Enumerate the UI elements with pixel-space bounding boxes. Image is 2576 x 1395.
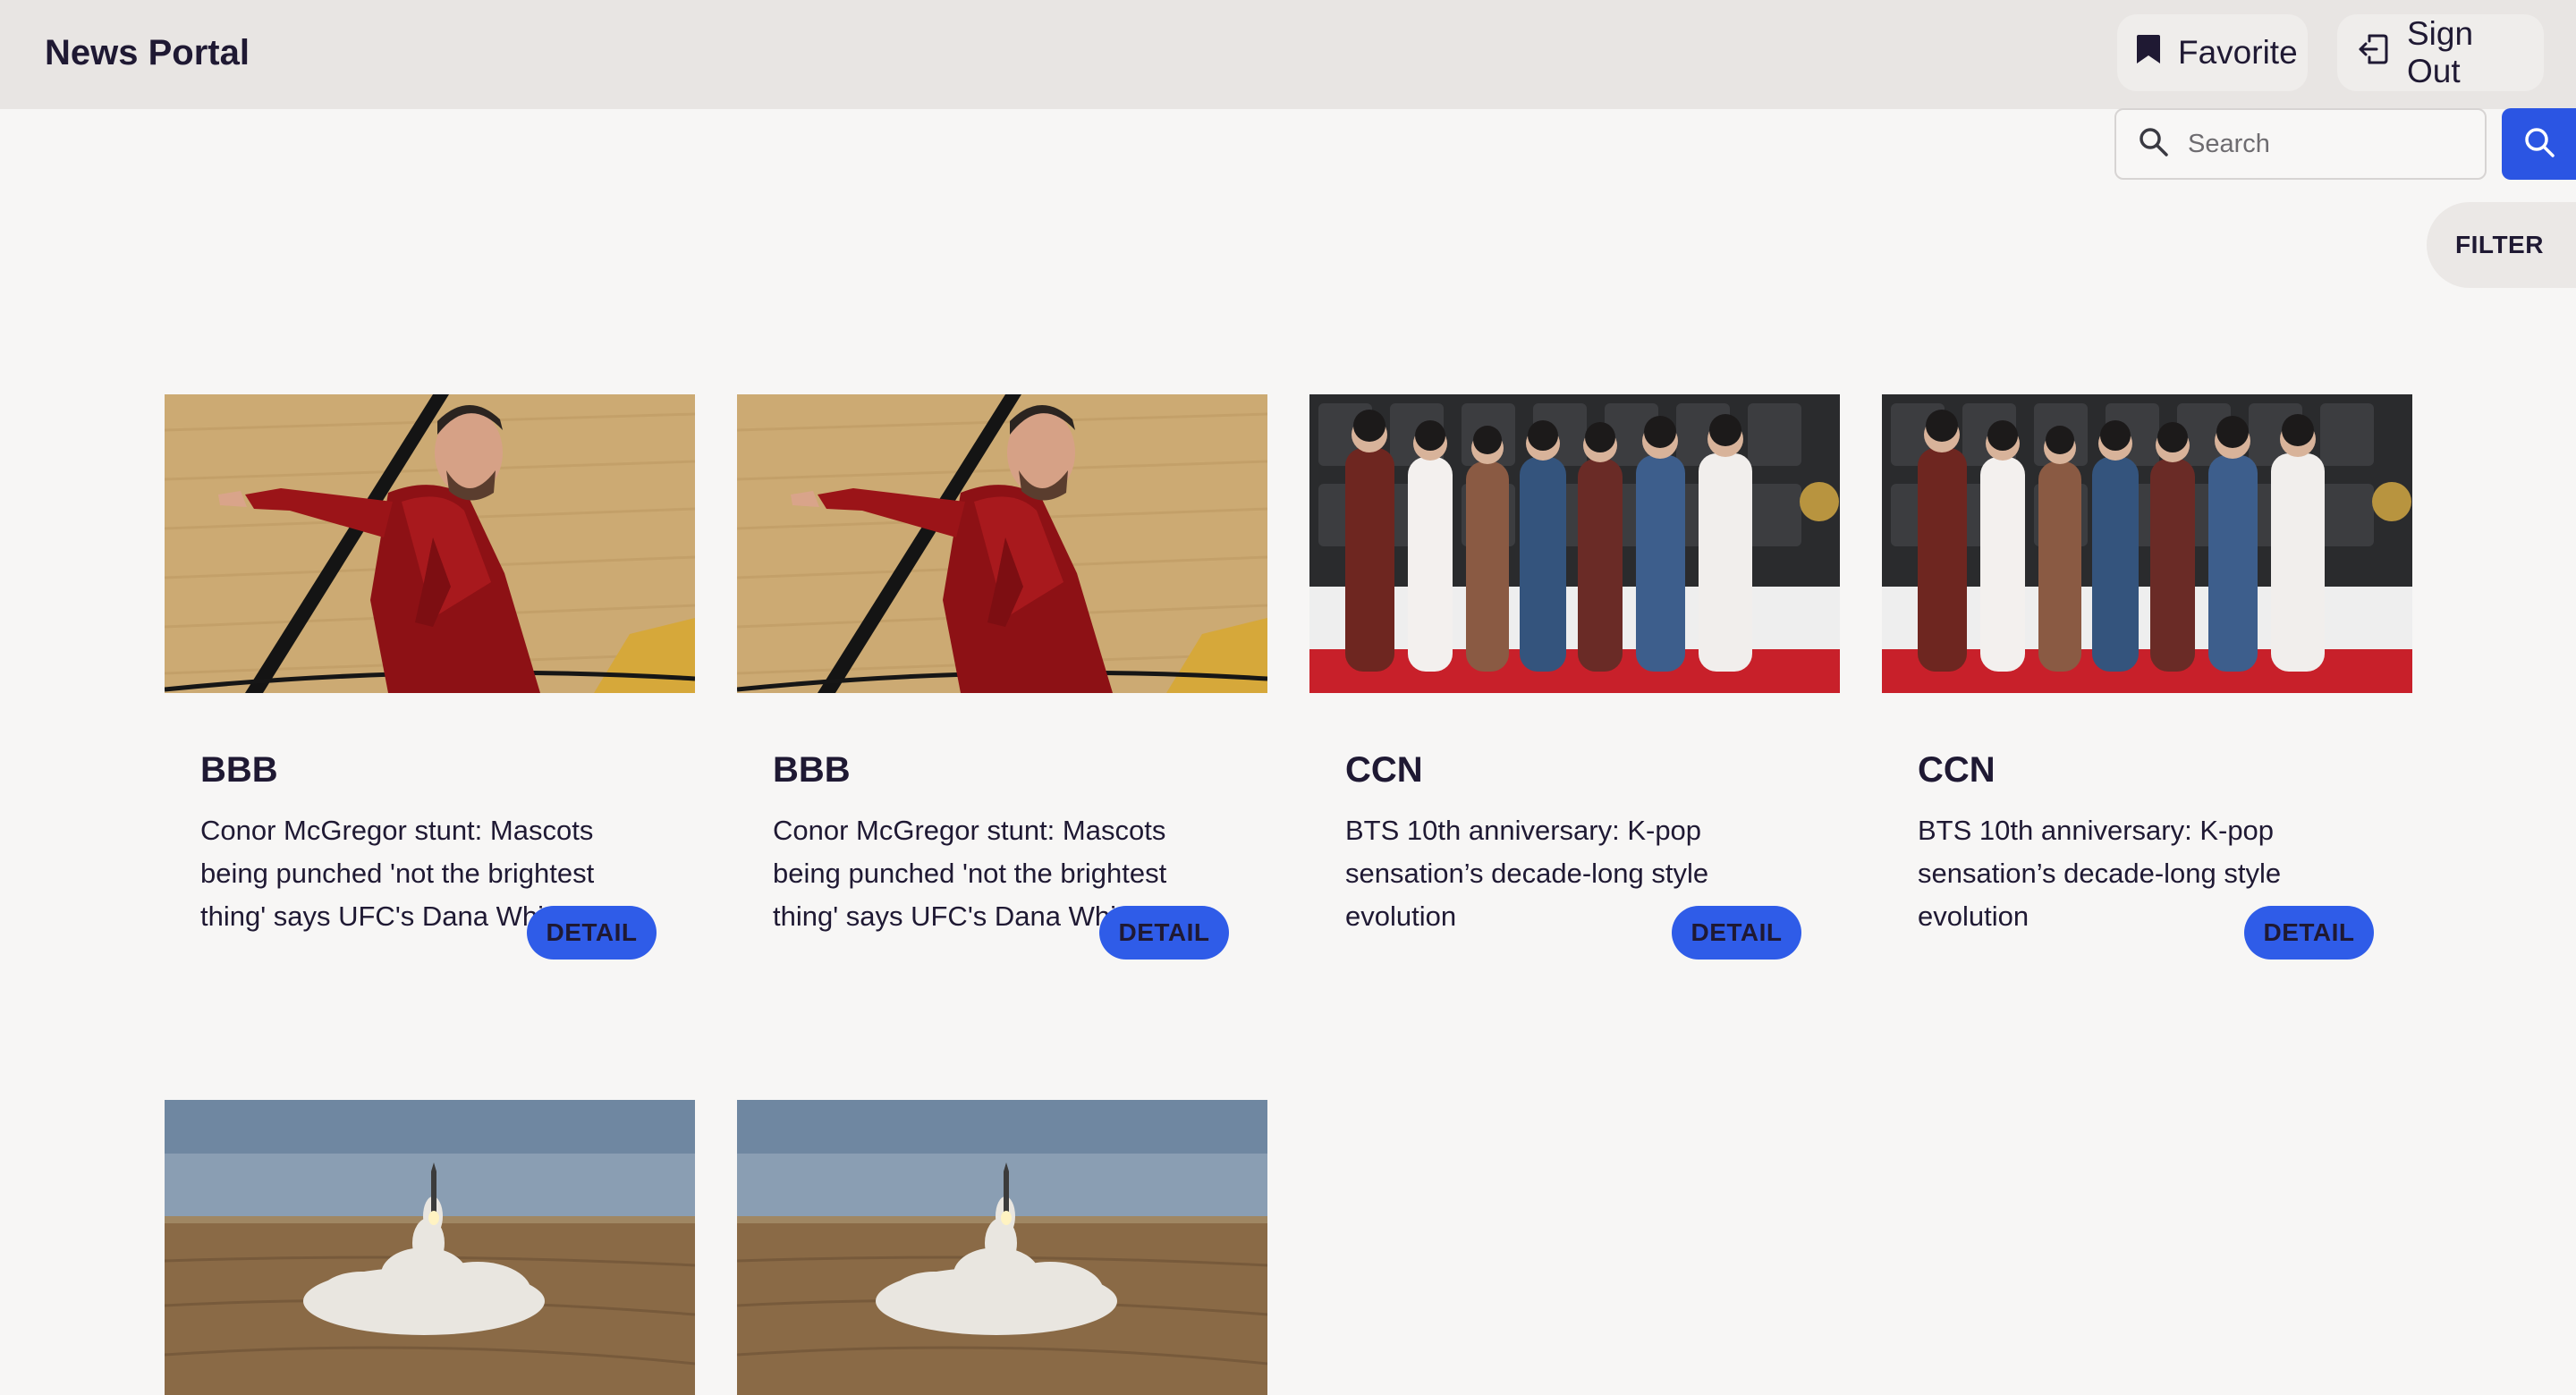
- article-image[interactable]: [165, 1100, 695, 1395]
- search-icon: [2138, 126, 2170, 163]
- article-image[interactable]: [1882, 394, 2412, 693]
- search-icon: [2522, 125, 2556, 164]
- favorite-button[interactable]: Favorite: [2117, 14, 2308, 91]
- search-field[interactable]: [2114, 108, 2487, 180]
- article-source: CCN: [1918, 750, 1996, 790]
- article-image[interactable]: [737, 394, 1267, 693]
- favorite-label: Favorite: [2178, 34, 2298, 71]
- brand-title[interactable]: News Portal: [45, 0, 250, 106]
- article-image[interactable]: [165, 394, 695, 693]
- news-card: CCN BTS 10th anniversary: K-pop sensatio…: [1882, 394, 2412, 1020]
- article-image[interactable]: [737, 1100, 1267, 1395]
- bookmark-icon: [2135, 33, 2162, 73]
- news-card: BBB Conor McGregor stunt: Mascots being …: [165, 394, 695, 1020]
- article-source: CCN: [1345, 750, 1423, 790]
- sign-out-button[interactable]: Sign Out: [2337, 14, 2544, 91]
- top-navbar: News Portal Favorite Sign Out: [0, 0, 2576, 109]
- sign-out-label: Sign Out: [2407, 15, 2474, 89]
- detail-button[interactable]: DETAIL: [527, 906, 657, 960]
- detail-button[interactable]: DETAIL: [1099, 906, 1229, 960]
- sign-out-icon: [2355, 31, 2391, 75]
- detail-button[interactable]: DETAIL: [1672, 906, 1801, 960]
- search-input[interactable]: [2188, 129, 2474, 159]
- search-button[interactable]: [2502, 108, 2576, 180]
- news-card: CCN BTS 10th anniversary: K-pop sensatio…: [1309, 394, 1840, 1020]
- article-source: BBB: [773, 750, 851, 790]
- news-card: BBB Conor McGregor stunt: Mascots being …: [737, 394, 1267, 1020]
- detail-button[interactable]: DETAIL: [2244, 906, 2374, 960]
- news-card: [165, 1100, 695, 1395]
- filter-button[interactable]: FILTER: [2427, 202, 2576, 288]
- article-source: BBB: [200, 750, 278, 790]
- news-card: [737, 1100, 1267, 1395]
- article-image[interactable]: [1309, 394, 1840, 693]
